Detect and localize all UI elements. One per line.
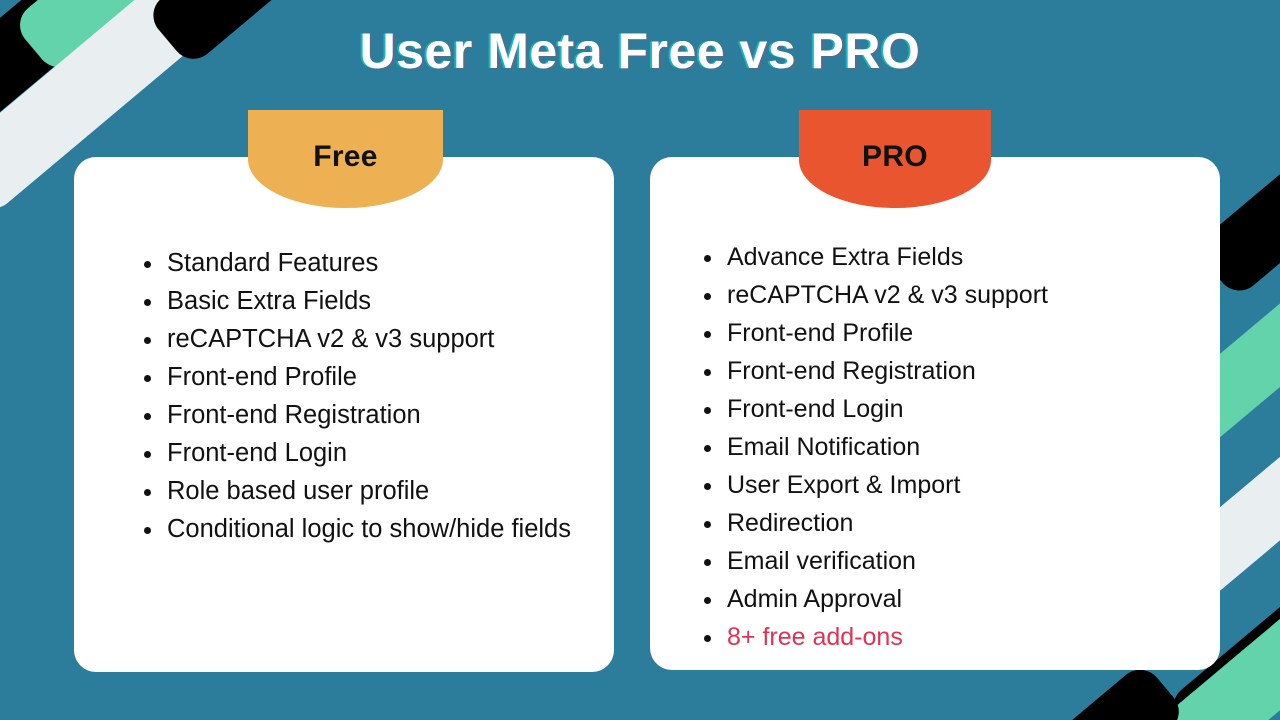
list-item: Email verification bbox=[700, 542, 1140, 580]
pro-plan-badge-label: PRO bbox=[862, 140, 928, 173]
list-item: reCAPTCHA v2 & v3 support bbox=[700, 276, 1140, 314]
list-item: Front-end Login bbox=[140, 434, 585, 472]
list-item: reCAPTCHA v2 & v3 support bbox=[140, 320, 585, 358]
list-item: Redirection bbox=[700, 504, 1140, 542]
list-item: Front-end Profile bbox=[700, 314, 1140, 352]
free-plan-feature-list: Standard Features Basic Extra Fields reC… bbox=[140, 244, 585, 548]
pro-plan-feature-list: Advance Extra Fields reCAPTCHA v2 & v3 s… bbox=[700, 238, 1140, 656]
list-item: Basic Extra Fields bbox=[140, 282, 585, 320]
list-item: Front-end Registration bbox=[700, 352, 1140, 390]
free-plan-badge: Free bbox=[248, 110, 443, 208]
list-item: Advance Extra Fields bbox=[700, 238, 1140, 276]
list-item: Role based user profile bbox=[140, 472, 585, 510]
list-item: Conditional logic to show/hide fields bbox=[140, 510, 585, 548]
list-item: Standard Features bbox=[140, 244, 585, 282]
list-item: Front-end Profile bbox=[140, 358, 585, 396]
list-item: Admin Approval bbox=[700, 580, 1140, 618]
list-item: Front-end Login bbox=[700, 390, 1140, 428]
page-title: User Meta Free vs PRO bbox=[359, 23, 921, 79]
list-item: Email Notification bbox=[700, 428, 1140, 466]
list-item-addons: 8+ free add-ons bbox=[700, 618, 1140, 656]
free-plan-badge-label: Free bbox=[313, 140, 378, 173]
pro-plan-badge: PRO bbox=[799, 110, 991, 208]
list-item: User Export & Import bbox=[700, 466, 1140, 504]
list-item: Front-end Registration bbox=[140, 396, 585, 434]
